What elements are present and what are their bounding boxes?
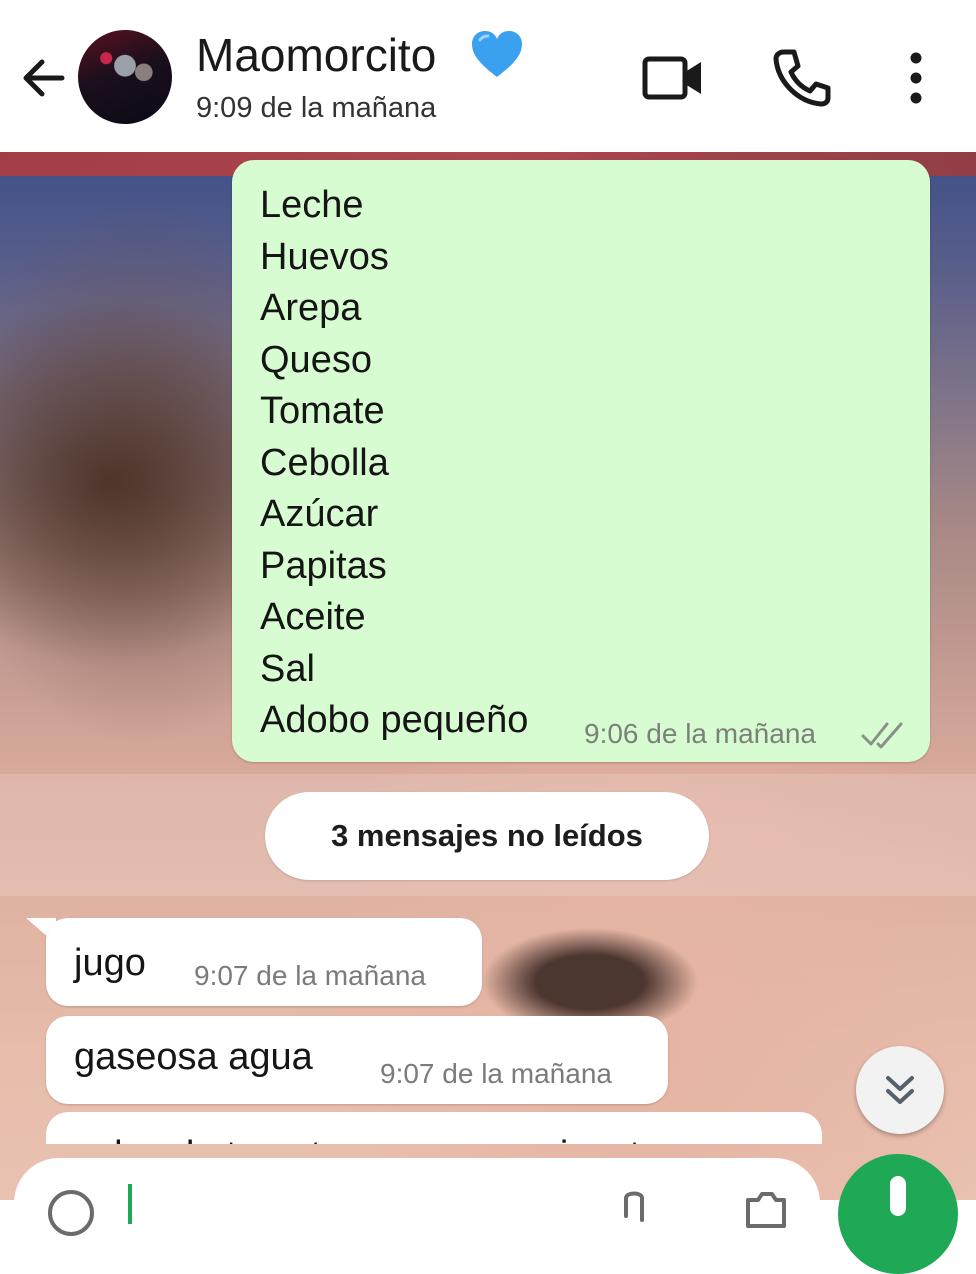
list-item: Tomate [260,390,385,432]
message-text: salsa de tomate mayonesa picante [74,1134,661,1144]
list-item: Azúcar [260,493,379,535]
message-text: jugo [74,942,146,984]
more-vert-icon[interactable] [894,46,938,110]
avatar[interactable] [78,30,172,124]
list-item: Aceite [260,596,366,638]
emoji-icon[interactable] [46,1188,96,1238]
list-item: Cebolla [260,441,389,484]
outgoing-message-bubble[interactable]: Leche Huevos Arepa Queso Tomate Cebolla … [232,160,930,762]
contact-name[interactable]: Maomorcito [196,28,436,82]
list-item: Leche [260,184,364,226]
message-composer [0,1144,976,1274]
scroll-to-bottom-button[interactable] [856,1046,944,1134]
text-cursor [128,1184,132,1224]
list-item: Queso [260,338,372,381]
list-item: Arepa [260,287,362,329]
camera-icon[interactable] [742,1188,790,1228]
list-item: Huevos [260,235,389,278]
back-arrow-icon[interactable] [14,48,74,108]
blue-heart-icon [470,30,524,80]
double-chevron-down-icon [886,1076,914,1104]
incoming-message-bubble[interactable]: salsa de tomate mayonesa picante [46,1112,822,1144]
phone-icon[interactable] [770,46,834,110]
double-check-icon [860,720,906,750]
last-seen-status: 9:09 de la mañana [196,92,437,124]
chat-header: Maomorcito 9:09 de la mañana [0,0,976,152]
message-timestamp: 9:07 de la mañana [380,1058,612,1089]
message-input[interactable] [154,1186,598,1228]
list-item: Adobo pequeño [260,699,529,741]
unread-messages-divider: 3 mensajes no leídos [265,792,709,880]
incoming-message-clip: salsa de tomate mayonesa picante [46,1112,822,1144]
incoming-message-bubble[interactable]: gaseosa agua 9:07 de la mañana [46,1016,668,1104]
shopping-list: Leche Huevos Arepa Queso Tomate Cebolla … [260,180,528,747]
mic-icon [890,1176,906,1216]
video-call-icon[interactable] [640,48,706,108]
list-item: Sal [260,647,315,690]
attach-icon[interactable] [614,1186,654,1226]
mic-button[interactable] [838,1154,958,1274]
incoming-message-bubble[interactable]: jugo 9:07 de la mañana [46,918,482,1006]
list-item: Papitas [260,544,387,587]
message-timestamp: 9:06 de la mañana [584,718,816,749]
message-timestamp: 9:07 de la mañana [194,960,426,991]
message-input-pill[interactable] [14,1158,820,1248]
message-text: gaseosa agua [74,1036,313,1078]
